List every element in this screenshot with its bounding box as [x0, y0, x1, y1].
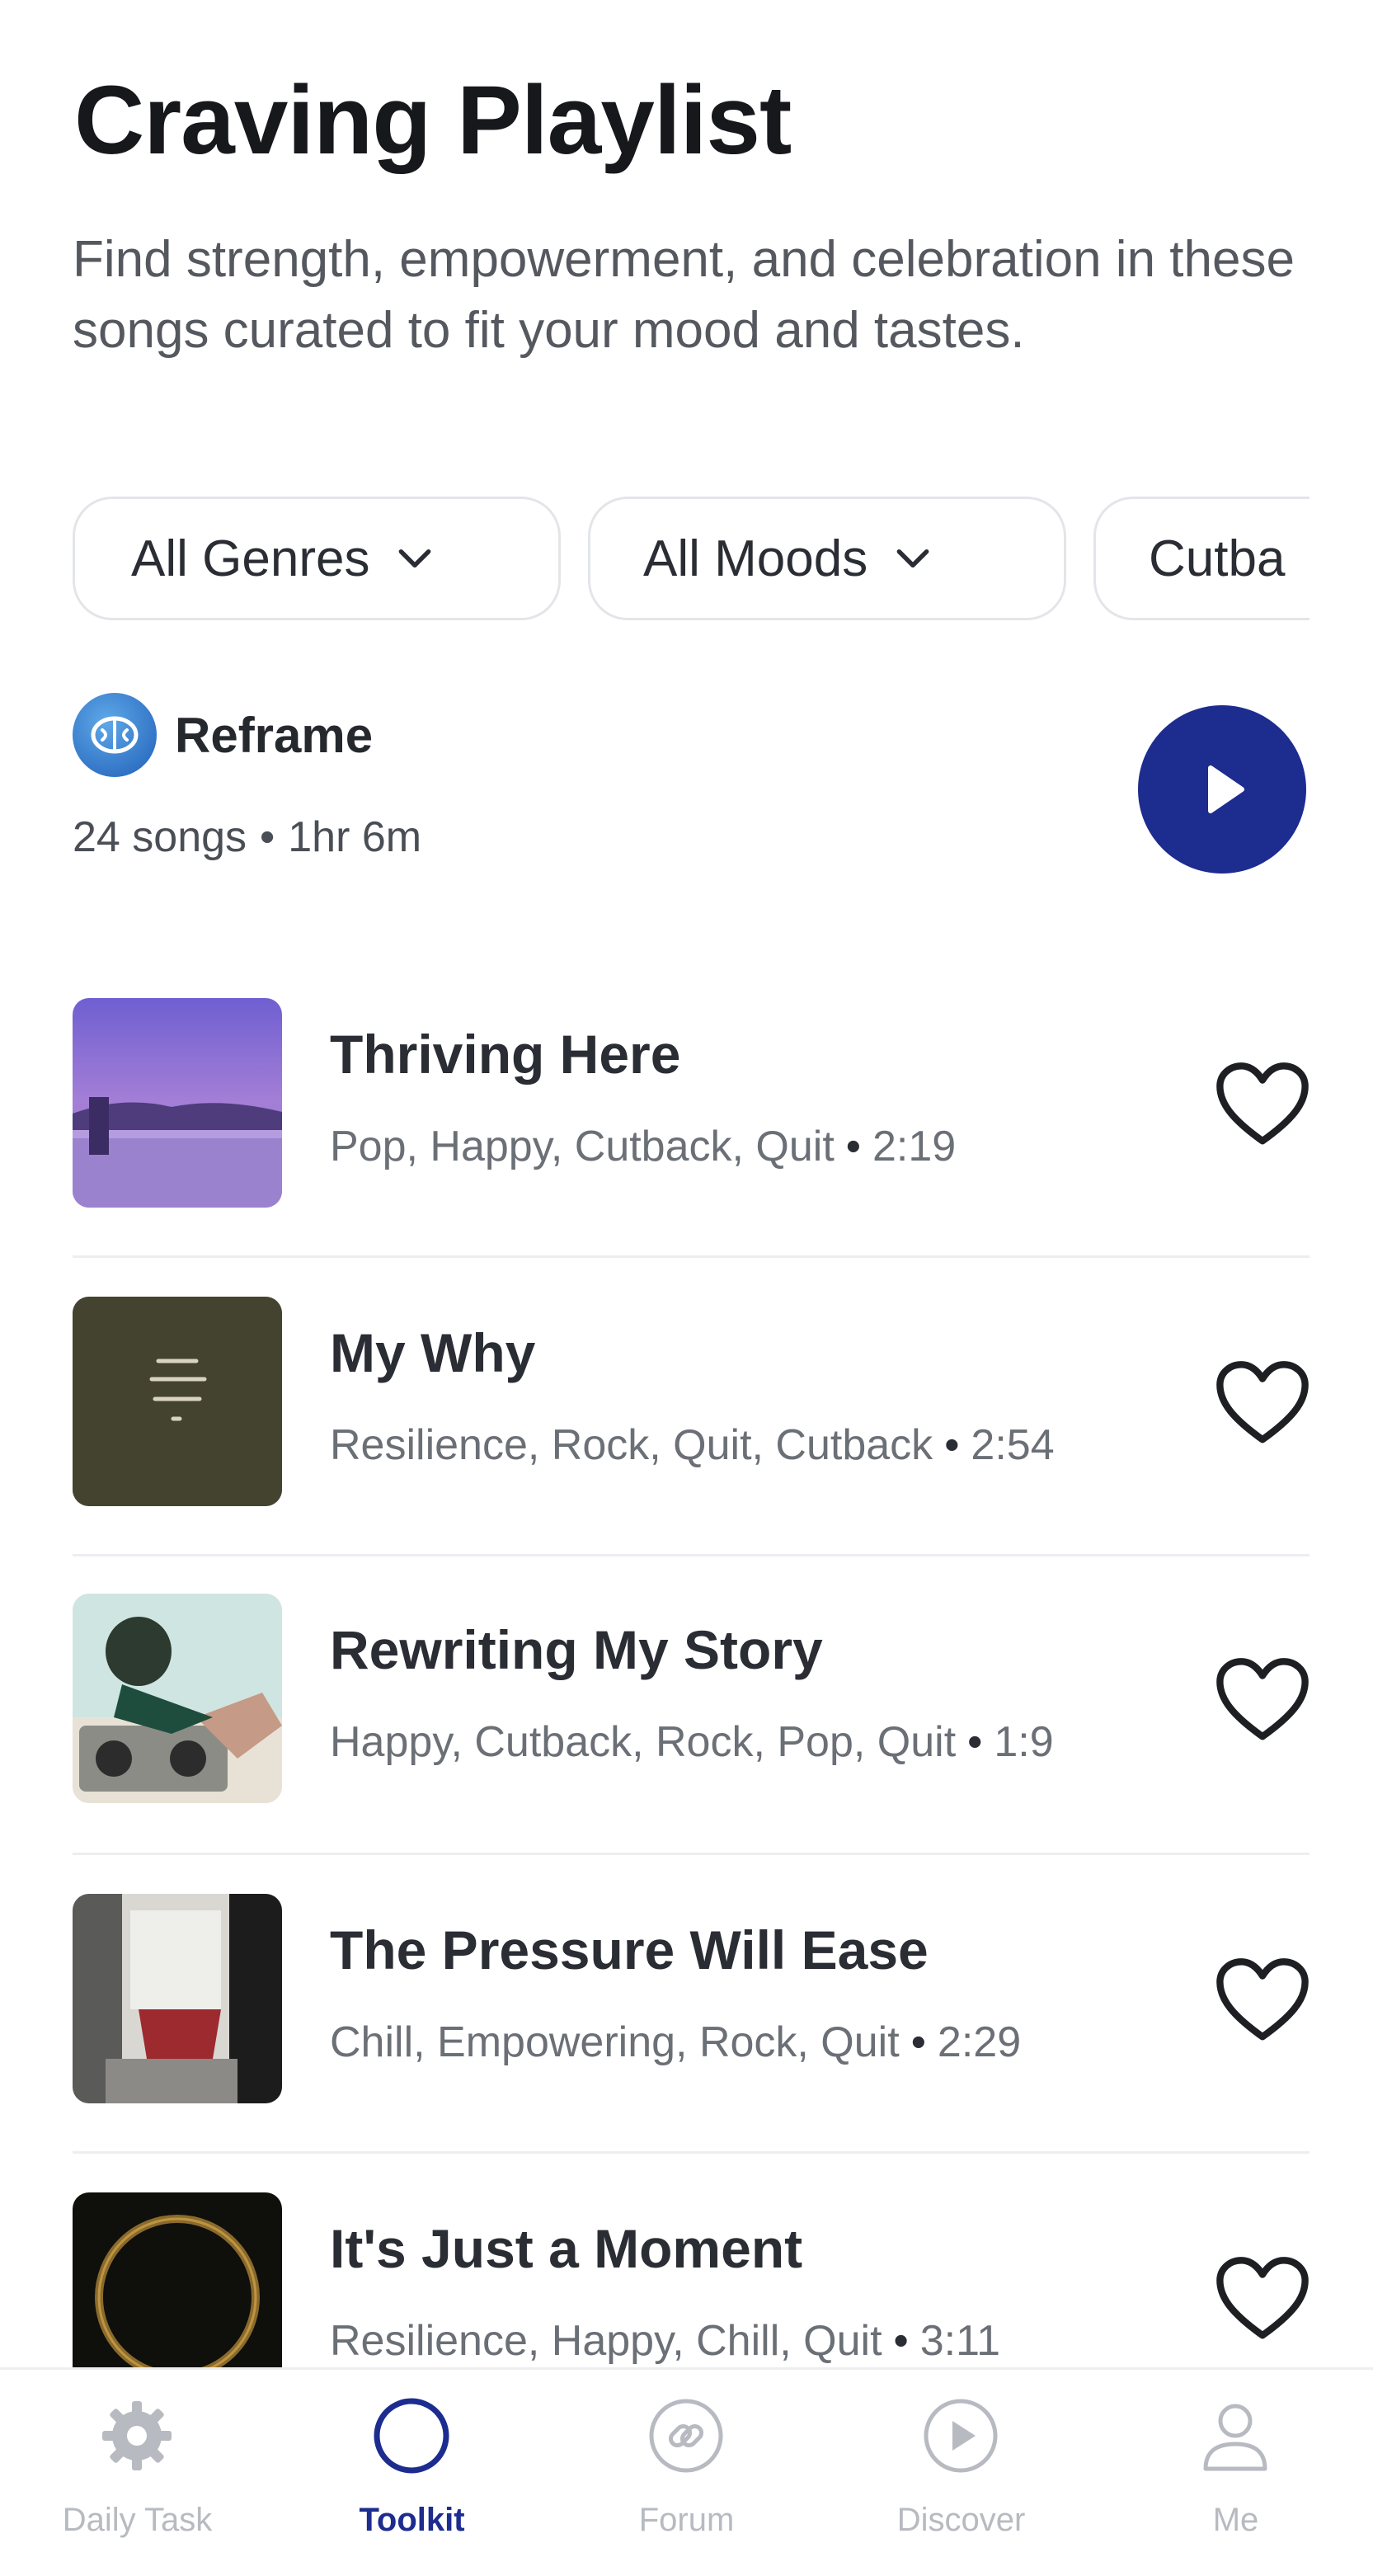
nav-label: Forum [638, 2502, 735, 2538]
filter-bar: All Genres All Moods Cutba [73, 497, 1310, 624]
link-icon [649, 2399, 723, 2473]
nav-item-forum[interactable]: Forum [549, 2370, 824, 2576]
song-details: Pop, Happy, Cutback, Quit • 2:19 [330, 1122, 956, 1171]
heart-icon[interactable] [1214, 1955, 1311, 2046]
song-duration: 3:11 [919, 2317, 1001, 2365]
chevron-down-icon [896, 549, 929, 568]
album-art-thumbnail [73, 1894, 282, 2103]
playlist-duration: 1hr 6m [288, 813, 422, 861]
song-duration: 2:19 [872, 1123, 957, 1170]
nav-label: Discover [896, 2502, 1026, 2538]
song-row[interactable]: Rewriting My Story Happy, Cutback, Rock,… [73, 1594, 1310, 1810]
mood-filter-label: All Moods [643, 530, 868, 587]
row-divider [73, 2151, 1310, 2154]
song-details: Resilience, Happy, Chill, Quit • 3:11 [330, 2316, 1000, 2366]
details-separator: • [967, 1718, 983, 1766]
genre-filter-dropdown[interactable]: All Genres [73, 497, 561, 620]
nav-label: Me [1212, 2502, 1259, 2538]
nav-item-discover[interactable]: Discover [824, 2370, 1098, 2576]
meta-separator: • [260, 813, 275, 861]
song-duration: 1:9 [994, 1718, 1054, 1766]
row-divider [73, 1853, 1310, 1855]
nav-label: Daily Task [62, 2502, 213, 2538]
circle-icon [374, 2398, 449, 2474]
mood-filter-dropdown[interactable]: All Moods [588, 497, 1066, 620]
details-separator: • [910, 2018, 926, 2066]
heart-icon[interactable] [1214, 1059, 1311, 1150]
details-separator: • [845, 1123, 862, 1170]
song-tags: Resilience, Rock, Quit, Cutback [330, 1421, 933, 1469]
nav-item-toolkit[interactable]: Toolkit [275, 2370, 549, 2576]
song-title: Rewriting My Story [330, 1619, 823, 1680]
play-button[interactable] [1138, 705, 1306, 874]
playlist-screen: Craving Playlist Find strength, empowerm… [0, 0, 1373, 2576]
brand-name: Reframe [175, 707, 374, 763]
details-separator: • [944, 1421, 960, 1469]
play-circle-icon [924, 2399, 998, 2473]
song-title: The Pressure Will Ease [330, 1919, 929, 1980]
page-description: Find strength, empowerment, and celebrat… [73, 231, 1295, 359]
brain-icon [73, 693, 157, 777]
details-separator: • [893, 2317, 909, 2365]
song-title: Thriving Here [330, 1024, 681, 1085]
cutback-filter-label: Cutba [1149, 530, 1286, 587]
song-tags: Chill, Empowering, Rock, Quit [330, 2018, 900, 2066]
nav-item-daily-task[interactable]: Daily Task [0, 2370, 275, 2576]
person-icon [1203, 2404, 1267, 2471]
album-art-thumbnail [73, 998, 282, 1208]
play-icon [1208, 765, 1244, 813]
bottom-nav: Daily Task Toolkit Forum Discover Me [0, 2367, 1373, 2576]
song-details: Resilience, Rock, Quit, Cutback • 2:54 [330, 1420, 1055, 1470]
cutback-filter-dropdown[interactable]: Cutba [1093, 497, 1310, 620]
song-details: Chill, Empowering, Rock, Quit • 2:29 [330, 2018, 1021, 2067]
gear-icon [102, 2401, 172, 2470]
nav-item-me[interactable]: Me [1098, 2370, 1373, 2576]
album-art-thumbnail [73, 1297, 282, 1506]
chevron-down-icon [399, 549, 431, 568]
nav-label: Toolkit [359, 2502, 465, 2538]
song-tags: Resilience, Happy, Chill, Quit [330, 2317, 882, 2365]
song-title: My Why [330, 1322, 536, 1383]
song-count: 24 songs [73, 813, 247, 861]
song-row[interactable]: The Pressure Will Ease Chill, Empowering… [73, 1894, 1310, 2110]
song-title: It's Just a Moment [330, 2218, 803, 2279]
row-divider [73, 1255, 1310, 1258]
song-tags: Happy, Cutback, Rock, Pop, Quit [330, 1718, 957, 1766]
song-row[interactable]: Thriving Here Pop, Happy, Cutback, Quit •… [73, 998, 1310, 1214]
song-details: Happy, Cutback, Rock, Pop, Quit • 1:9 [330, 1717, 1054, 1767]
heart-icon[interactable] [1214, 1358, 1311, 1448]
song-row[interactable]: My Why Resilience, Rock, Quit, Cutback • 2… [73, 1297, 1310, 1513]
song-duration: 2:54 [971, 1421, 1055, 1469]
song-duration: 2:29 [937, 2018, 1022, 2066]
genre-filter-label: All Genres [131, 530, 370, 587]
playlist-brand: Reframe [73, 693, 373, 777]
heart-icon[interactable] [1214, 1655, 1311, 1745]
heart-icon[interactable] [1214, 2253, 1311, 2344]
album-art-thumbnail [73, 1594, 282, 1803]
song-tags: Pop, Happy, Cutback, Quit [330, 1123, 835, 1170]
playlist-meta: 24 songs • 1hr 6m [73, 812, 421, 862]
page-title: Craving Playlist [74, 66, 792, 175]
row-divider [73, 1554, 1310, 1556]
